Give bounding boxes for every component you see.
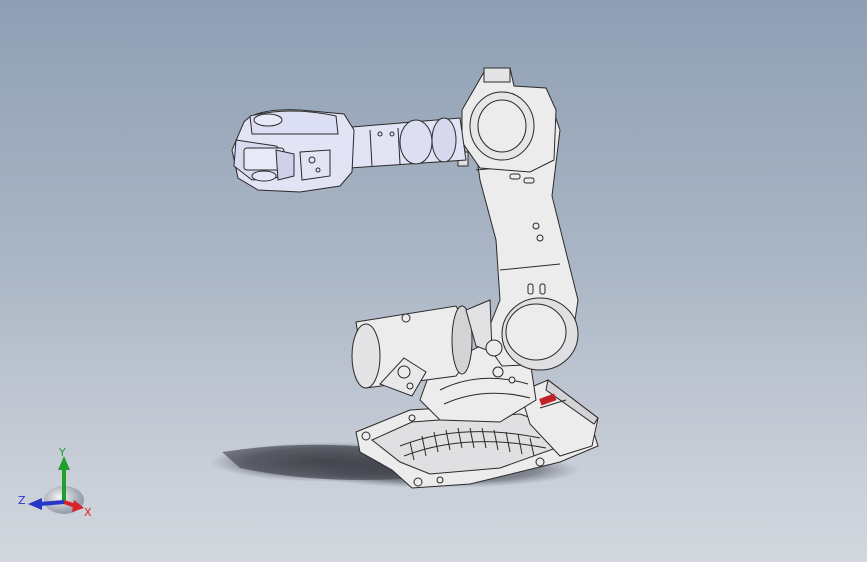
robot-arm-model[interactable] [0, 0, 867, 562]
graphics-viewport[interactable]: Y X Z [0, 0, 867, 562]
x-axis-label: X [84, 506, 92, 519]
upper-arm-housing[interactable] [457, 67, 557, 173]
forearm[interactable] [339, 117, 467, 169]
y-axis-label: Y [58, 446, 66, 459]
z-axis-label: Z [18, 494, 26, 507]
wrist-assembly[interactable] [231, 109, 355, 193]
coordinate-triad: Y X Z [18, 446, 92, 519]
